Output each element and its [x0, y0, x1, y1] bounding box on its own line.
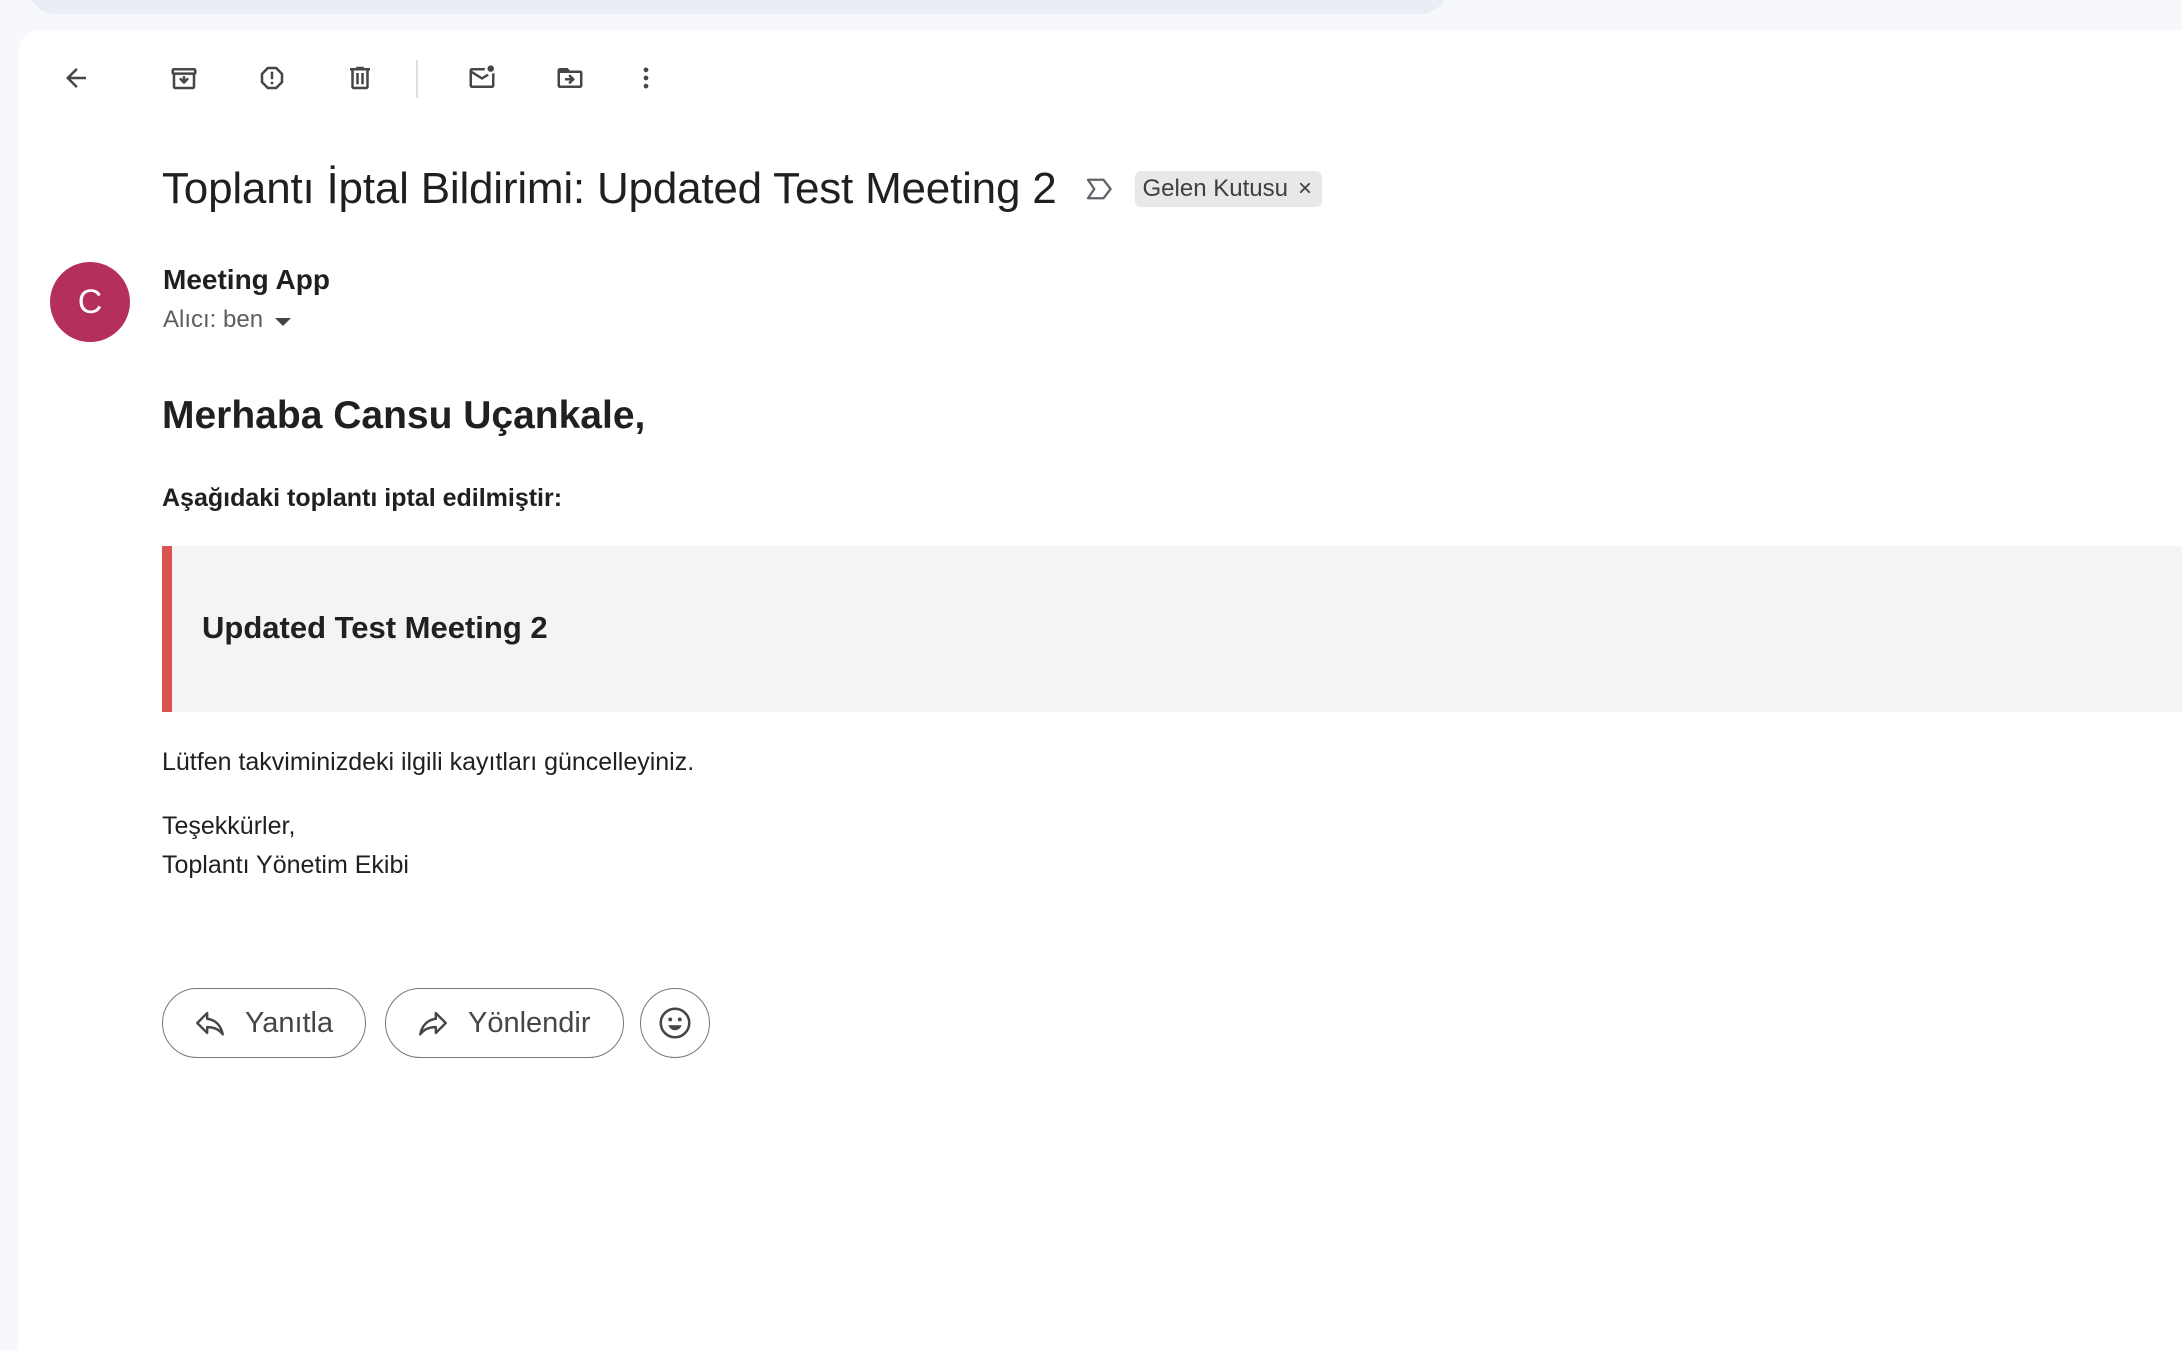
subject-row: Toplantı İptal Bildirimi: Updated Test M…: [162, 164, 1322, 214]
report-spam-button[interactable]: [248, 54, 296, 102]
archive-icon: [171, 68, 197, 90]
reply-icon: [196, 1011, 224, 1036]
meeting-title: Updated Test Meeting 2: [202, 610, 548, 645]
forward-button[interactable]: Yönlendir: [385, 988, 624, 1058]
chevron-down-icon: [275, 318, 292, 326]
label-chip-inbox: Gelen Kutusu ×: [1134, 171, 1322, 207]
label-chip-text: Gelen Kutusu: [1142, 175, 1288, 202]
body-intro: Aşağıdaki toplantı iptal edilmiştir:: [162, 484, 563, 512]
body-signature: Toplantı Yönetim Ekibi: [162, 851, 409, 879]
delete-button[interactable]: [336, 54, 384, 102]
forward-label: Yönlendir: [468, 1006, 591, 1039]
more-vert-icon: [643, 67, 649, 89]
body-note: Lütfen takviminizdeki ilgili kayıtları g…: [162, 748, 695, 776]
search-bar-edge: [28, 0, 1448, 14]
sender-avatar[interactable]: C: [50, 262, 130, 342]
move-to-icon: [557, 68, 583, 88]
sender-name[interactable]: Meeting App: [163, 264, 330, 296]
mark-unread-button[interactable]: [458, 54, 506, 102]
forward-icon: [419, 1011, 447, 1036]
emoji-reaction-button[interactable]: [640, 988, 710, 1058]
body-thanks: Teşekkürler,: [162, 812, 296, 840]
reply-label: Yanıtla: [245, 1006, 334, 1039]
body-greeting: Merhaba Cansu Uçankale,: [162, 394, 646, 437]
mark-unread-icon: [469, 65, 495, 88]
email-subject: Toplantı İptal Bildirimi: Updated Test M…: [162, 164, 1057, 213]
delete-icon: [350, 66, 370, 90]
move-to-button[interactable]: [546, 54, 594, 102]
back-arrow-icon: [66, 68, 86, 88]
archive-button[interactable]: [160, 54, 208, 102]
back-button[interactable]: [52, 54, 100, 102]
report-spam-icon: [260, 66, 284, 90]
reply-button[interactable]: Yanıtla: [162, 988, 367, 1058]
message-toolbar: [18, 30, 918, 126]
message-panel: Toplantı İptal Bildirimi: Updated Test M…: [18, 30, 2182, 1350]
importance-marker-icon[interactable]: [1083, 172, 1117, 206]
remove-label-button[interactable]: ×: [1298, 177, 1312, 201]
recipient-text: Alıcı: ben: [163, 306, 264, 333]
recipient-details-toggle[interactable]: Alıcı: ben: [163, 306, 292, 334]
cancelled-meeting-card: Updated Test Meeting 2: [162, 546, 2182, 712]
more-options-button[interactable]: [622, 54, 670, 102]
smiley-icon: [659, 1007, 691, 1039]
toolbar-divider: [416, 60, 418, 98]
